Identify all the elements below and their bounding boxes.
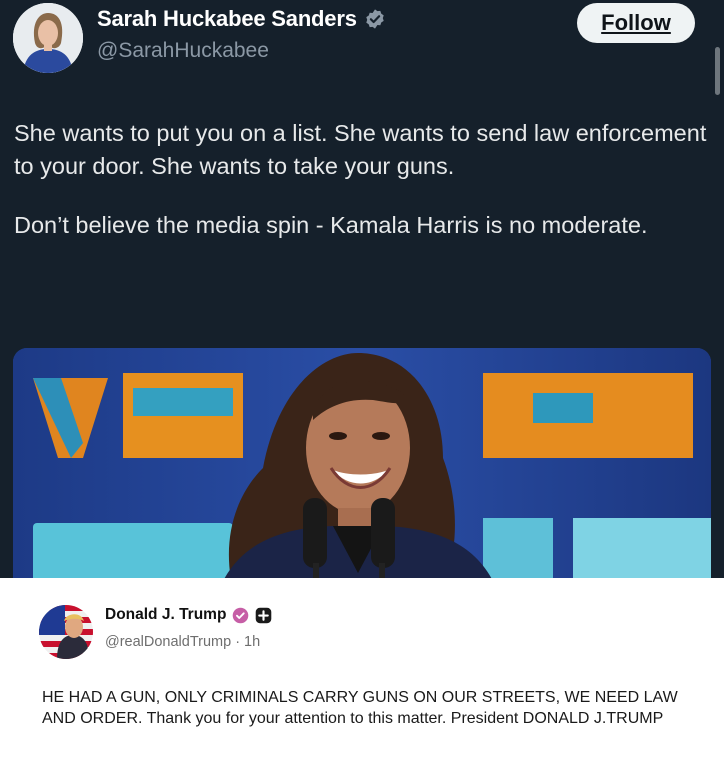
author-display-name[interactable]: Sarah Huckabee Sanders <box>97 6 357 32</box>
handle-separator: · <box>235 634 241 650</box>
post-timestamp[interactable]: 1h <box>244 634 260 650</box>
tweet-card: Sarah Huckabee Sanders @SarahHuckabee Fo… <box>0 0 724 578</box>
verified-badge-icon <box>232 607 249 624</box>
plus-badge-icon <box>255 607 272 624</box>
embedded-avatar[interactable] <box>39 605 93 659</box>
tweet-media-photo[interactable] <box>13 348 711 578</box>
avatar[interactable] <box>13 3 83 73</box>
verified-badge-icon <box>364 8 386 30</box>
avatar-flag-image <box>39 605 93 659</box>
follow-button[interactable]: Follow <box>577 3 695 43</box>
scrollbar-thumb[interactable] <box>715 47 720 95</box>
tweet-paragraph: She wants to put you on a list. She want… <box>14 120 707 179</box>
photo-image <box>13 348 711 578</box>
tweet-paragraph: Don’t believe the media spin - Kamala Ha… <box>14 212 648 238</box>
tweet-text: She wants to put you on a list. She want… <box>14 117 714 268</box>
embedded-post-text: HE HAD A GUN, ONLY CRIMINALS CARRY GUNS … <box>42 689 678 727</box>
author-name-row: Sarah Huckabee Sanders <box>97 6 386 32</box>
embedded-display-name[interactable]: Donald J. Trump <box>105 606 226 624</box>
embedded-name-row: Donald J. Trump <box>105 606 272 624</box>
embedded-handle-row: @realDonaldTrump · 1h <box>105 634 264 650</box>
embedded-post-card: Donald J. Trump @realDonaldTrump · 1h HE H… <box>0 578 724 774</box>
avatar-image <box>13 3 83 73</box>
embedded-handle[interactable]: @realDonaldTrump <box>105 634 231 650</box>
author-handle[interactable]: @SarahHuckabee <box>97 39 269 63</box>
